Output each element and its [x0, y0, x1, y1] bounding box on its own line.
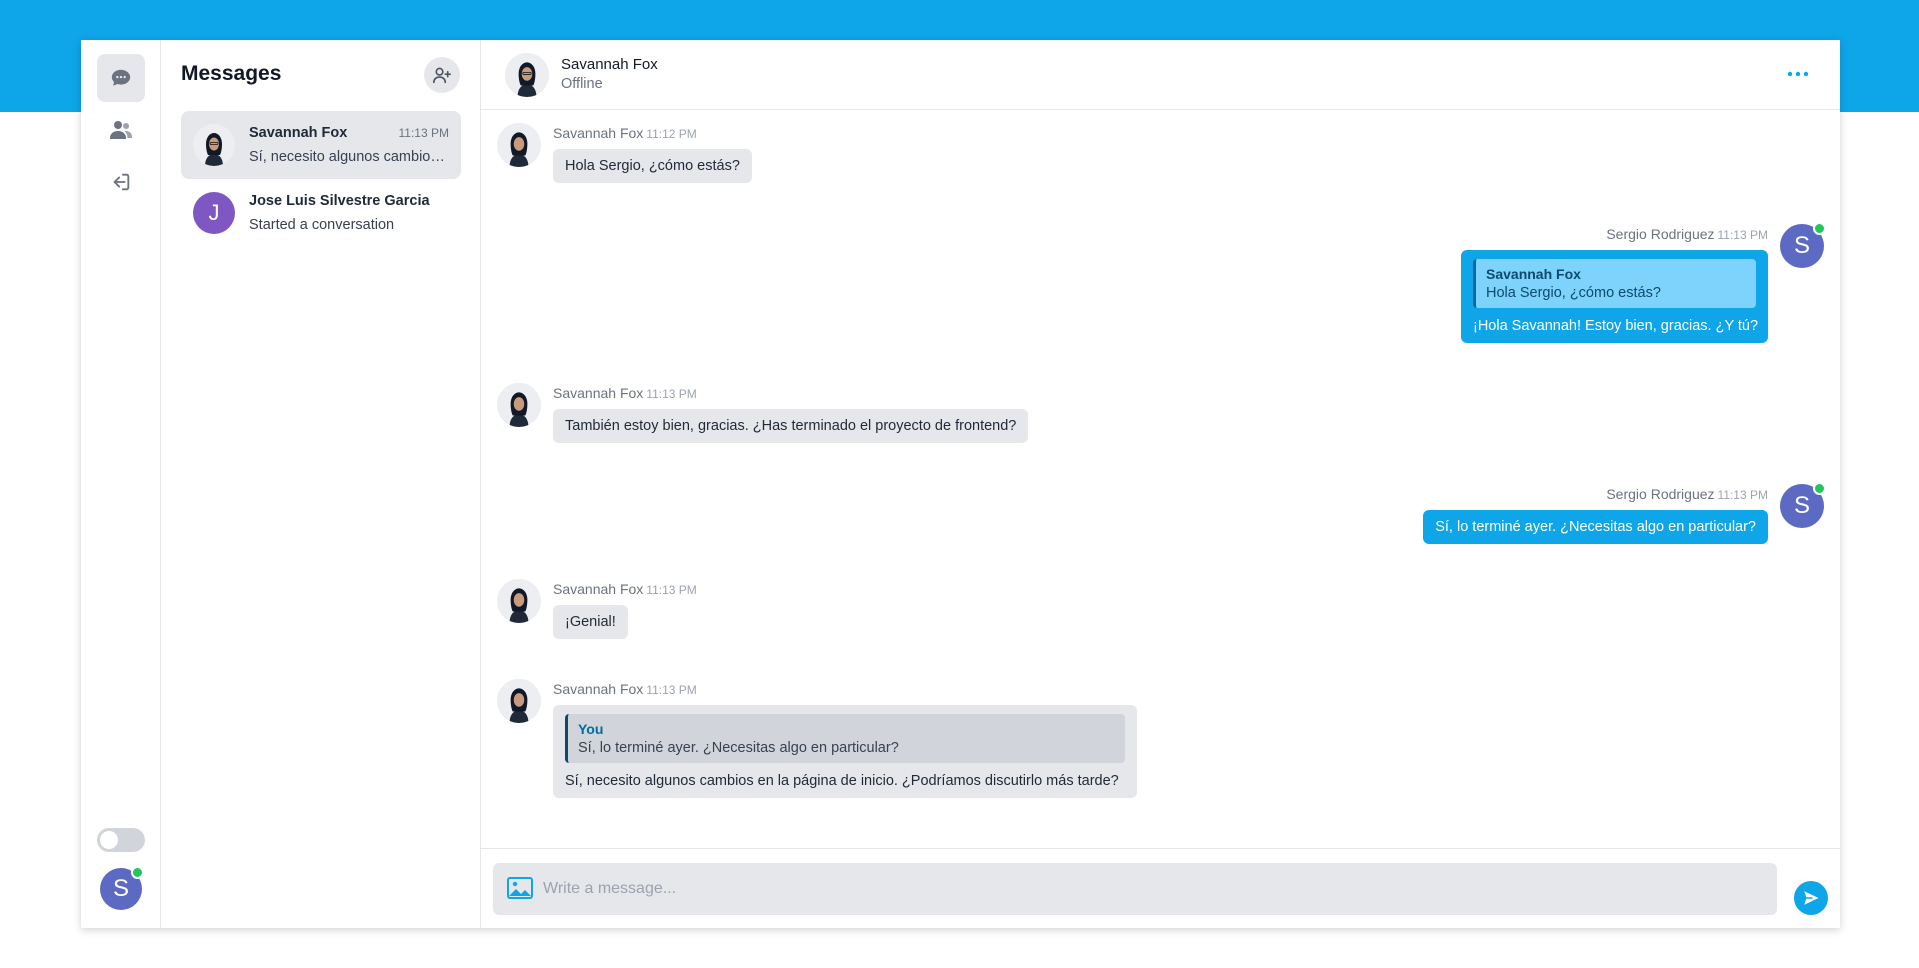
online-indicator — [1813, 222, 1826, 235]
message-text: Sí, necesito algunos cambios en la págin… — [565, 773, 1119, 789]
contact-status: Offline — [561, 76, 603, 92]
message-author: Savannah Fox — [553, 581, 644, 597]
message-bubble: También estoy bien, gracias. ¿Has termin… — [553, 409, 1029, 443]
sender-avatar — [497, 383, 541, 427]
online-indicator — [131, 866, 144, 879]
online-indicator — [1813, 482, 1826, 495]
message-time: 11:13 PM — [646, 387, 697, 401]
message-outgoing: S Sergio Rodriguez 11:13 PM Savannah Fox … — [1344, 222, 1826, 344]
page-title: Messages — [181, 62, 282, 85]
message-meta: Savannah Fox 11:13 PM — [553, 681, 697, 697]
message-list: Savannah Fox 11:12 PM Hola Sergio, ¿cómo … — [481, 111, 1840, 888]
message-author: Savannah Fox — [553, 385, 644, 401]
jose-initial: J — [208, 200, 220, 225]
send-icon — [1804, 891, 1819, 905]
user-plus-icon — [433, 67, 451, 84]
conversation-list: Messages Savannah Fox 11:13 PM Sí, neces… — [161, 40, 481, 928]
message-outgoing: S Sergio Rodriguez 11:13 PM Sí, lo termin… — [1344, 482, 1826, 544]
conversation-item-jose[interactable]: J Jose Luis Silvestre Garcia Started a c… — [181, 179, 461, 247]
ellipsis-icon — [1787, 71, 1809, 77]
message-time: 11:12 PM — [646, 127, 697, 141]
reply-quote[interactable]: You Sí, lo terminé ayer. ¿Necesitas algo… — [565, 714, 1125, 763]
person-photo-icon — [497, 383, 541, 427]
chat-panel: Savannah Fox Offline Savannah Fox 11:12 P… — [481, 40, 1840, 928]
message-text: ¡Hola Savannah! Estoy bien, gracias. ¿Y … — [1473, 318, 1759, 334]
message-author: Sergio Rodriguez — [1606, 486, 1715, 502]
app-window: S Messages Savannah Fox 11:13 PM Sí, nec… — [81, 40, 1840, 928]
sender-avatar: S — [1780, 222, 1826, 268]
person-photo-icon — [497, 579, 541, 623]
quote-author: You — [578, 721, 604, 737]
conversation-name: Savannah Fox — [249, 125, 348, 141]
users-icon — [110, 121, 132, 139]
sender-initial: S — [1793, 492, 1810, 519]
message-author: Sergio Rodriguez — [1606, 226, 1715, 242]
jose-avatar: J — [193, 192, 235, 234]
message-meta: Savannah Fox 11:12 PM — [553, 125, 697, 141]
nav-logout-button[interactable] — [97, 158, 145, 206]
sender-avatar — [497, 679, 541, 723]
reply-quote[interactable]: Savannah Fox Hola Sergio, ¿cómo estás? — [1473, 259, 1756, 308]
nav-chats-button[interactable] — [97, 54, 145, 102]
message-meta: Sergio Rodriguez 11:13 PM — [1606, 226, 1768, 242]
message-bubble: Hola Sergio, ¿cómo estás? — [553, 149, 752, 183]
message-bubble: You Sí, lo terminé ayer. ¿Necesitas algo… — [553, 705, 1137, 798]
contact-name: Savannah Fox — [561, 56, 658, 73]
more-options-button[interactable] — [1786, 64, 1810, 84]
contact-avatar[interactable] — [505, 53, 549, 97]
sender-initial: S — [1793, 232, 1810, 259]
logout-icon — [113, 173, 130, 191]
message-time: 11:13 PM — [646, 583, 697, 597]
message-input[interactable] — [543, 863, 1763, 915]
message-time: 11:13 PM — [1717, 488, 1768, 502]
quote-author: Savannah Fox — [1486, 266, 1581, 282]
message-time: 11:13 PM — [1717, 228, 1768, 242]
current-user-avatar[interactable]: S — [100, 866, 144, 910]
theme-toggle[interactable] — [97, 828, 145, 852]
toggle-knob — [100, 831, 118, 849]
conversation-item-savannah[interactable]: Savannah Fox 11:13 PM Sí, necesito algun… — [181, 111, 461, 179]
sender-avatar — [497, 123, 541, 167]
message-composer — [481, 848, 1840, 928]
quote-text: Sí, lo terminé ayer. ¿Necesitas algo en … — [578, 740, 899, 756]
person-photo-icon — [497, 679, 541, 723]
person-photo-icon — [497, 123, 541, 167]
send-button[interactable] — [1794, 881, 1828, 915]
message-bubble: Savannah Fox Hola Sergio, ¿cómo estás? ¡… — [1461, 250, 1768, 343]
message-time: 11:13 PM — [646, 683, 697, 697]
sender-avatar — [497, 579, 541, 623]
current-user-initial: S — [112, 875, 129, 902]
conversation-name: Jose Luis Silvestre Garcia — [249, 193, 430, 209]
add-contact-button[interactable] — [424, 57, 460, 93]
savannah-avatar — [193, 124, 235, 166]
message-meta: Savannah Fox 11:13 PM — [553, 581, 697, 597]
message-bubble: Sí, lo terminé ayer. ¿Necesitas algo en … — [1423, 510, 1768, 544]
nav-rail: S — [81, 40, 161, 928]
nav-contacts-button[interactable] — [97, 106, 145, 154]
person-photo-icon — [505, 53, 549, 97]
conversation-preview: Sí, necesito algunos cambios en la págin… — [249, 149, 449, 165]
message-bubble: ¡Genial! — [553, 605, 628, 639]
message-meta: Sergio Rodriguez 11:13 PM — [1606, 486, 1768, 502]
chat-header: Savannah Fox Offline — [481, 40, 1840, 110]
person-photo-icon — [193, 124, 235, 166]
conversation-preview: Started a conversation — [249, 217, 395, 233]
sender-avatar: S — [1780, 482, 1826, 528]
chat-bubble-icon — [111, 69, 131, 86]
quote-text: Hola Sergio, ¿cómo estás? — [1486, 285, 1661, 301]
image-attach-icon[interactable] — [507, 877, 533, 899]
conversation-time: 11:13 PM — [398, 126, 449, 140]
message-author: Savannah Fox — [553, 125, 644, 141]
message-author: Savannah Fox — [553, 681, 644, 697]
message-meta: Savannah Fox 11:13 PM — [553, 385, 697, 401]
message-input-wrapper — [493, 863, 1777, 915]
